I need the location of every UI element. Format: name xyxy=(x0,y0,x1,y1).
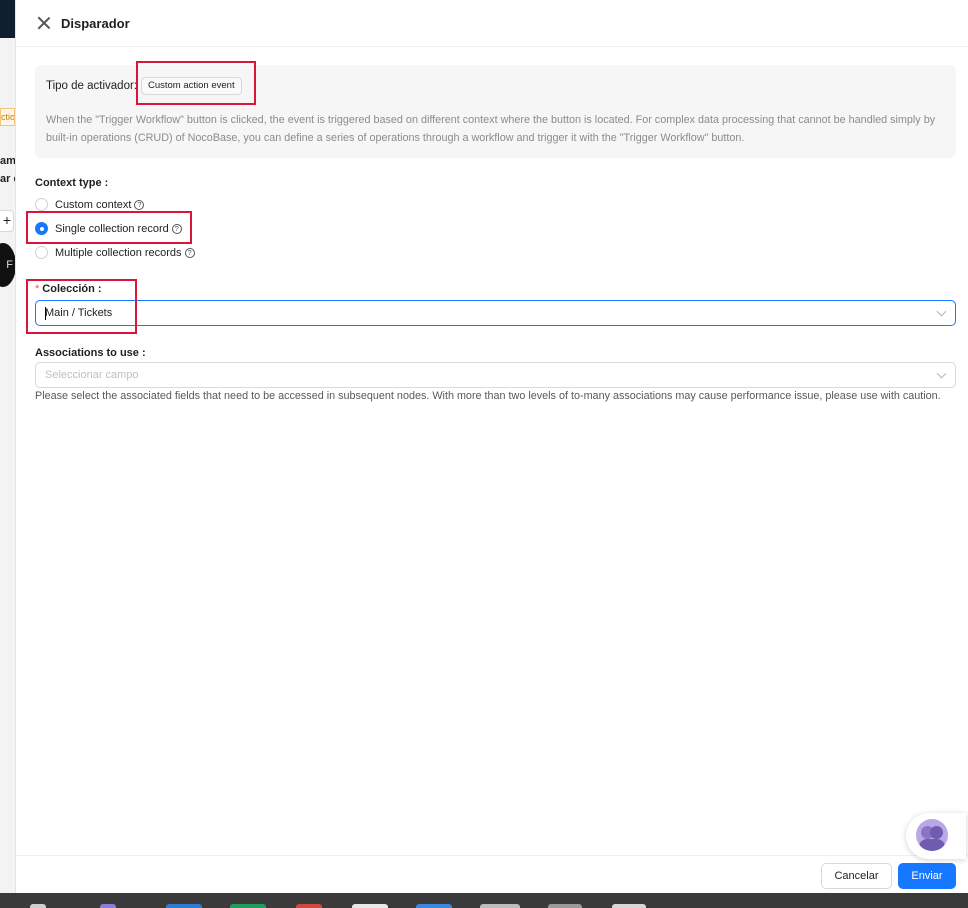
help-icon[interactable]: ? xyxy=(184,247,195,258)
close-icon[interactable] xyxy=(37,16,51,30)
context-type-label: Context type : xyxy=(35,177,109,189)
radio-button[interactable] xyxy=(35,222,48,235)
radio-custom-context[interactable]: Custom context ? xyxy=(35,198,145,211)
background-avatar: F xyxy=(0,243,15,287)
drawer-header: Disparador xyxy=(16,0,968,47)
os-taskbar xyxy=(0,893,968,908)
cancel-button[interactable]: Cancelar xyxy=(821,863,892,889)
taskbar-app-icon[interactable] xyxy=(230,904,266,908)
drawer-body: Tipo de activador: Custom action event W… xyxy=(16,47,968,855)
taskbar-app-icon[interactable] xyxy=(548,904,582,908)
radio-multiple-collection-records[interactable]: Multiple collection records ? xyxy=(35,246,195,259)
chevron-down-icon xyxy=(936,368,947,379)
taskbar-app-icon[interactable] xyxy=(480,904,520,908)
background-text: ar e xyxy=(0,173,15,185)
chevron-down-icon xyxy=(936,306,947,317)
background-header xyxy=(0,0,15,38)
trigger-type-row: Tipo de activador: Custom action event xyxy=(46,77,242,95)
trigger-drawer: Disparador Tipo de activador: Custom act… xyxy=(15,0,968,893)
radio-button[interactable] xyxy=(35,246,48,259)
collection-value: Main / Tickets xyxy=(45,307,113,319)
associations-placeholder: Seleccionar campo xyxy=(45,369,139,381)
collection-select[interactable]: Main / Tickets xyxy=(35,300,956,326)
radio-button[interactable] xyxy=(35,198,48,211)
assistant-float-button[interactable] xyxy=(906,813,966,859)
help-icon[interactable]: ? xyxy=(171,223,182,234)
collection-label: * Colección : xyxy=(35,283,102,295)
radio-label: Single collection record xyxy=(55,222,169,235)
radio-label: Multiple collection records xyxy=(55,246,182,259)
help-icon[interactable]: ? xyxy=(134,199,145,210)
drawer-footer: Cancelar Enviar xyxy=(16,855,968,893)
taskbar-app-icon[interactable] xyxy=(30,904,46,908)
background-app: ction ame ar e + F xyxy=(0,0,15,893)
radio-label: Custom context xyxy=(55,198,132,211)
trigger-description: When the "Trigger Workflow" button is cl… xyxy=(46,114,936,144)
submit-button[interactable]: Enviar xyxy=(898,863,956,889)
taskbar-app-icon[interactable] xyxy=(100,904,116,908)
trigger-type-tag: Custom action event xyxy=(140,77,242,95)
associations-help-text: Please select the associated fields that… xyxy=(35,390,941,402)
background-text: ame xyxy=(0,155,15,167)
taskbar-app-icon[interactable] xyxy=(352,904,388,908)
required-mark: * xyxy=(35,283,40,295)
background-add-button: + xyxy=(0,210,14,232)
assistant-avatar-icon xyxy=(916,819,948,851)
trigger-type-panel: Tipo de activador: Custom action event W… xyxy=(35,65,956,158)
taskbar-app-icon[interactable] xyxy=(416,904,452,908)
radio-single-collection-record[interactable]: Single collection record ? xyxy=(35,222,182,235)
taskbar-app-icon[interactable] xyxy=(166,904,202,908)
taskbar-app-icon[interactable] xyxy=(612,904,646,908)
associations-select[interactable]: Seleccionar campo xyxy=(35,362,956,388)
associations-label: Associations to use : xyxy=(35,347,146,359)
drawer-title: Disparador xyxy=(61,15,130,31)
taskbar-app-icon[interactable] xyxy=(296,904,322,908)
trigger-type-label: Tipo de activador: xyxy=(46,80,137,92)
background-tag: ction xyxy=(0,108,15,126)
